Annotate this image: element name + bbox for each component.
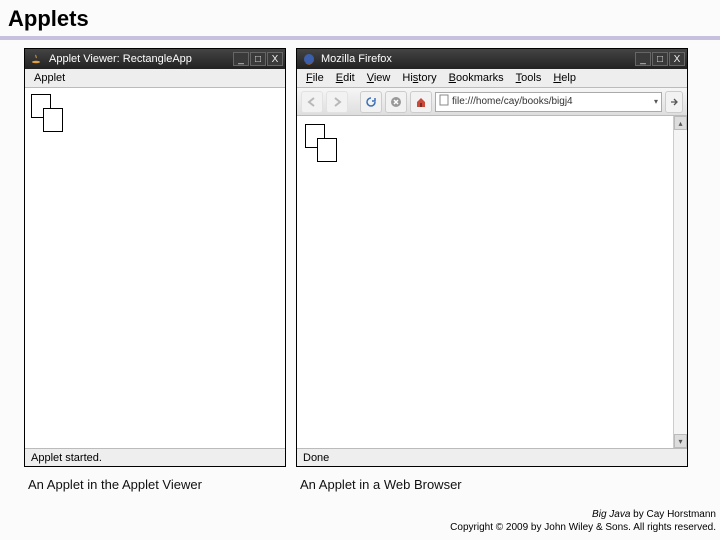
scroll-track[interactable] xyxy=(674,130,687,434)
menu-edit[interactable]: Edit xyxy=(331,71,360,85)
back-button[interactable] xyxy=(301,91,323,113)
menu-file[interactable]: File xyxy=(301,71,329,85)
dropdown-icon[interactable]: ▾ xyxy=(654,97,658,106)
address-bar[interactable]: file:///home/cay/books/bigj4 ▾ xyxy=(435,92,662,112)
menu-help[interactable]: Help xyxy=(548,71,581,85)
book-title: Big Java xyxy=(592,509,630,520)
address-text: file:///home/cay/books/bigj4 xyxy=(452,96,651,107)
applet-viewer-panel: Applet Viewer: RectangleApp _ □ X Applet… xyxy=(24,48,286,492)
close-button[interactable]: X xyxy=(267,52,283,66)
firefox-content: ▴ ▾ xyxy=(297,116,687,448)
credit-line-2: Copyright © 2009 by John Wiley & Sons. A… xyxy=(450,522,716,535)
reload-button[interactable] xyxy=(360,91,382,113)
menu-applet[interactable]: Applet xyxy=(29,71,70,85)
java-icon xyxy=(30,52,44,66)
credit-block: Big Java by Cay Horstmann Copyright © 20… xyxy=(450,509,716,534)
rectangle-2 xyxy=(43,108,63,132)
maximize-button[interactable]: □ xyxy=(250,52,266,66)
panels-row: Applet Viewer: RectangleApp _ □ X Applet… xyxy=(0,40,720,492)
applet-viewer-window: Applet Viewer: RectangleApp _ □ X Applet… xyxy=(24,48,286,467)
scroll-up-button[interactable]: ▴ xyxy=(674,116,687,130)
go-button[interactable] xyxy=(665,91,683,113)
firefox-titlebar: Mozilla Firefox _ □ X xyxy=(297,49,687,69)
applet-viewer-status: Applet started. xyxy=(25,448,285,466)
credit-author: by Cay Horstmann xyxy=(630,509,716,520)
firefox-toolbar: file:///home/cay/books/bigj4 ▾ xyxy=(297,88,687,116)
menu-tools[interactable]: Tools xyxy=(511,71,547,85)
close-button[interactable]: X xyxy=(669,52,685,66)
vertical-scrollbar[interactable]: ▴ ▾ xyxy=(673,116,687,448)
firefox-panel: Mozilla Firefox _ □ X File Edit View His… xyxy=(296,48,688,492)
firefox-menubar: File Edit View History Bookmarks Tools H… xyxy=(297,69,687,88)
firefox-title: Mozilla Firefox xyxy=(319,53,635,65)
applet-viewer-caption: An Applet in the Applet Viewer xyxy=(24,467,286,492)
menu-history[interactable]: History xyxy=(397,71,441,85)
maximize-button[interactable]: □ xyxy=(652,52,668,66)
scroll-down-button[interactable]: ▾ xyxy=(674,434,687,448)
applet-viewer-menubar: Applet xyxy=(25,69,285,88)
window-buttons: _ □ X xyxy=(233,52,283,66)
window-buttons: _ □ X xyxy=(635,52,685,66)
rectangle-2 xyxy=(317,138,337,162)
menu-view[interactable]: View xyxy=(362,71,396,85)
page-icon xyxy=(439,93,449,111)
firefox-icon xyxy=(302,52,316,66)
firefox-window: Mozilla Firefox _ □ X File Edit View His… xyxy=(296,48,688,467)
credit-line-1: Big Java by Cay Horstmann xyxy=(450,509,716,522)
page-title: Applets xyxy=(0,0,720,36)
minimize-button[interactable]: _ xyxy=(635,52,651,66)
menu-bookmarks[interactable]: Bookmarks xyxy=(444,71,509,85)
forward-button[interactable] xyxy=(326,91,348,113)
firefox-caption: An Applet in a Web Browser xyxy=(296,467,688,492)
firefox-status: Done xyxy=(297,448,687,466)
minimize-button[interactable]: _ xyxy=(233,52,249,66)
applet-viewer-content xyxy=(25,88,285,448)
home-button[interactable] xyxy=(410,91,432,113)
applet-viewer-title: Applet Viewer: RectangleApp xyxy=(47,53,233,65)
stop-button[interactable] xyxy=(385,91,407,113)
applet-viewer-titlebar: Applet Viewer: RectangleApp _ □ X xyxy=(25,49,285,69)
